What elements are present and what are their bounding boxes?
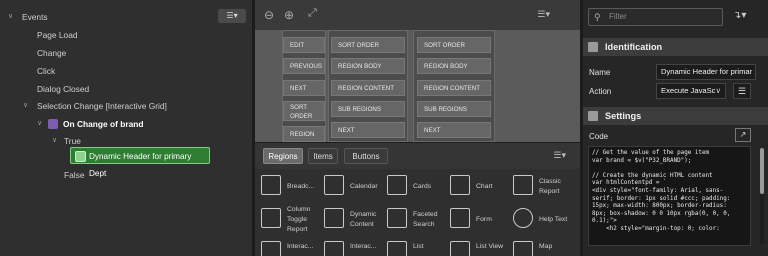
drop-slot[interactable]: SORT ORDER <box>331 37 405 53</box>
dynamic-actions-tree-pane: ∨ Events ☰▾ Page Load Change Click Dialo… <box>0 0 252 256</box>
drop-slot[interactable]: SORT ORDER <box>283 101 325 121</box>
classic-report-icon <box>513 175 533 195</box>
action-icon <box>75 151 86 162</box>
drop-slot[interactable]: PREVIOUS <box>283 58 325 74</box>
collapse-icon[interactable]: ∨ <box>23 97 28 115</box>
expand-icon[interactable]: ⤢ <box>308 7 317 20</box>
collapse-icon <box>588 42 598 52</box>
drop-slot[interactable]: SORT ORDER <box>417 37 491 53</box>
tree-node-event[interactable]: Page Load <box>0 26 252 44</box>
zoom-in-icon[interactable]: ⊕ <box>284 8 294 22</box>
chevron-down-icon: ∨ <box>715 86 721 95</box>
tree-label: Selection Change [Interactive Grid] <box>37 101 167 111</box>
dynamic-content-icon <box>324 208 344 228</box>
tree-label: Change <box>37 48 67 58</box>
zoom-out-icon[interactable]: ⊖ <box>264 8 274 22</box>
tab-buttons[interactable]: Buttons <box>344 148 388 164</box>
section-settings[interactable]: Settings <box>583 107 768 125</box>
code-scrollbar[interactable] <box>760 148 764 244</box>
tree-node-selection-change[interactable]: ∨ Selection Change [Interactive Grid] <box>0 97 252 115</box>
tree-label: Dialog Closed <box>37 84 90 94</box>
scrollbar-thumb[interactable] <box>760 148 764 194</box>
tree-label: False <box>64 170 85 180</box>
collapse-icon[interactable]: ∨ <box>37 115 42 133</box>
collapse-icon <box>588 111 598 121</box>
collapse-icon[interactable]: ∨ <box>8 8 13 26</box>
list-icon <box>387 241 407 256</box>
tree-node-event[interactable]: Change <box>0 44 252 62</box>
tree-node-false[interactable]: False <box>0 166 252 184</box>
drop-slot[interactable]: NEXT <box>283 80 325 96</box>
section-identification[interactable]: Identification <box>583 38 768 56</box>
drop-slot[interactable]: NEXT <box>331 122 405 138</box>
column-toggle-icon <box>261 208 281 228</box>
drop-slot[interactable]: EDIT <box>283 37 325 53</box>
cards-icon <box>387 175 407 195</box>
collapse-icon[interactable]: ∨ <box>52 132 57 150</box>
chart-icon <box>450 175 470 195</box>
filter-placeholder: Filter <box>609 12 627 21</box>
drop-slot[interactable]: REGION BODY <box>417 58 491 74</box>
tree-label: Click <box>37 66 56 76</box>
property-editor-pane: ⚲ Filter ↴▾ Identification Name Dynamic … <box>583 0 768 256</box>
region-gallery: Breadc... Calendar Cards Chart Classic R… <box>255 169 580 256</box>
tree-label: Events <box>22 12 48 22</box>
menu-icon[interactable]: ☰▾ <box>537 9 550 20</box>
list-view-icon <box>450 241 470 256</box>
expand-code-icon[interactable]: ↗ <box>735 128 751 142</box>
drop-slot[interactable]: REGION <box>283 126 325 142</box>
code-label: Code <box>589 132 609 141</box>
drop-slot[interactable]: NEXT <box>417 122 491 138</box>
action-select[interactable]: Execute JavaSc ∨ <box>656 83 726 99</box>
drop-slot[interactable]: REGION CONTENT <box>331 80 405 96</box>
drop-slot[interactable]: SUB REGIONS <box>417 101 491 117</box>
breadcrumb-icon <box>261 175 281 195</box>
tree-label: On Change of brand <box>63 119 144 129</box>
drop-slot[interactable]: REGION CONTENT <box>417 80 491 96</box>
tree-menu-button[interactable]: ☰▾ <box>218 9 246 23</box>
layout-pane: ⊖ ⊕ ⤢ ☰▾ EDIT PREVIOUS NEXT SORT ORDER R… <box>255 0 580 256</box>
drop-slot[interactable]: SUB REGIONS <box>331 101 405 117</box>
layout-toolbar: ⊖ ⊕ ⤢ ☰▾ <box>255 0 580 30</box>
layout-canvas[interactable]: EDIT PREVIOUS NEXT SORT ORDER REGION SOR… <box>255 30 580 142</box>
search-icon: ⚲ <box>594 12 601 22</box>
property-filter-input[interactable]: ⚲ Filter <box>588 8 723 26</box>
menu-icon[interactable]: ☰▾ <box>553 150 566 161</box>
gallery-tabs: Regions Items Buttons ☰▾ <box>255 142 580 170</box>
calendar-icon <box>324 175 344 195</box>
return-icon[interactable]: ↴▾ <box>733 10 746 21</box>
tree-node-dynamic-action[interactable]: ∨ On Change of brand <box>0 115 252 133</box>
tab-items[interactable]: Items <box>308 148 338 164</box>
form-icon <box>450 208 470 228</box>
name-field[interactable]: Dynamic Header for primar <box>656 64 756 80</box>
tree-label: Page Load <box>37 30 78 40</box>
code-editor[interactable]: // Get the value of the page item var bra… <box>588 146 751 246</box>
faceted-search-icon <box>387 208 407 228</box>
list-icon[interactable]: ☰ <box>733 83 751 99</box>
name-label: Name <box>589 68 611 77</box>
interactive-report-icon <box>324 241 344 256</box>
tab-regions[interactable]: Regions <box>263 148 303 164</box>
action-label: Action <box>589 87 612 96</box>
drop-slot[interactable]: REGION BODY <box>331 58 405 74</box>
dynamic-action-icon <box>48 119 58 129</box>
interactive-grid-icon <box>261 241 281 256</box>
map-icon <box>513 241 533 256</box>
tree-node-events[interactable]: ∨ Events <box>0 8 252 26</box>
tree-node-selected-action[interactable]: Dynamic Header for primary Dept <box>70 147 210 178</box>
help-icon <box>513 208 533 228</box>
tree-node-event[interactable]: Dialog Closed <box>0 80 252 98</box>
tree-node-event[interactable]: Click <box>0 62 252 80</box>
